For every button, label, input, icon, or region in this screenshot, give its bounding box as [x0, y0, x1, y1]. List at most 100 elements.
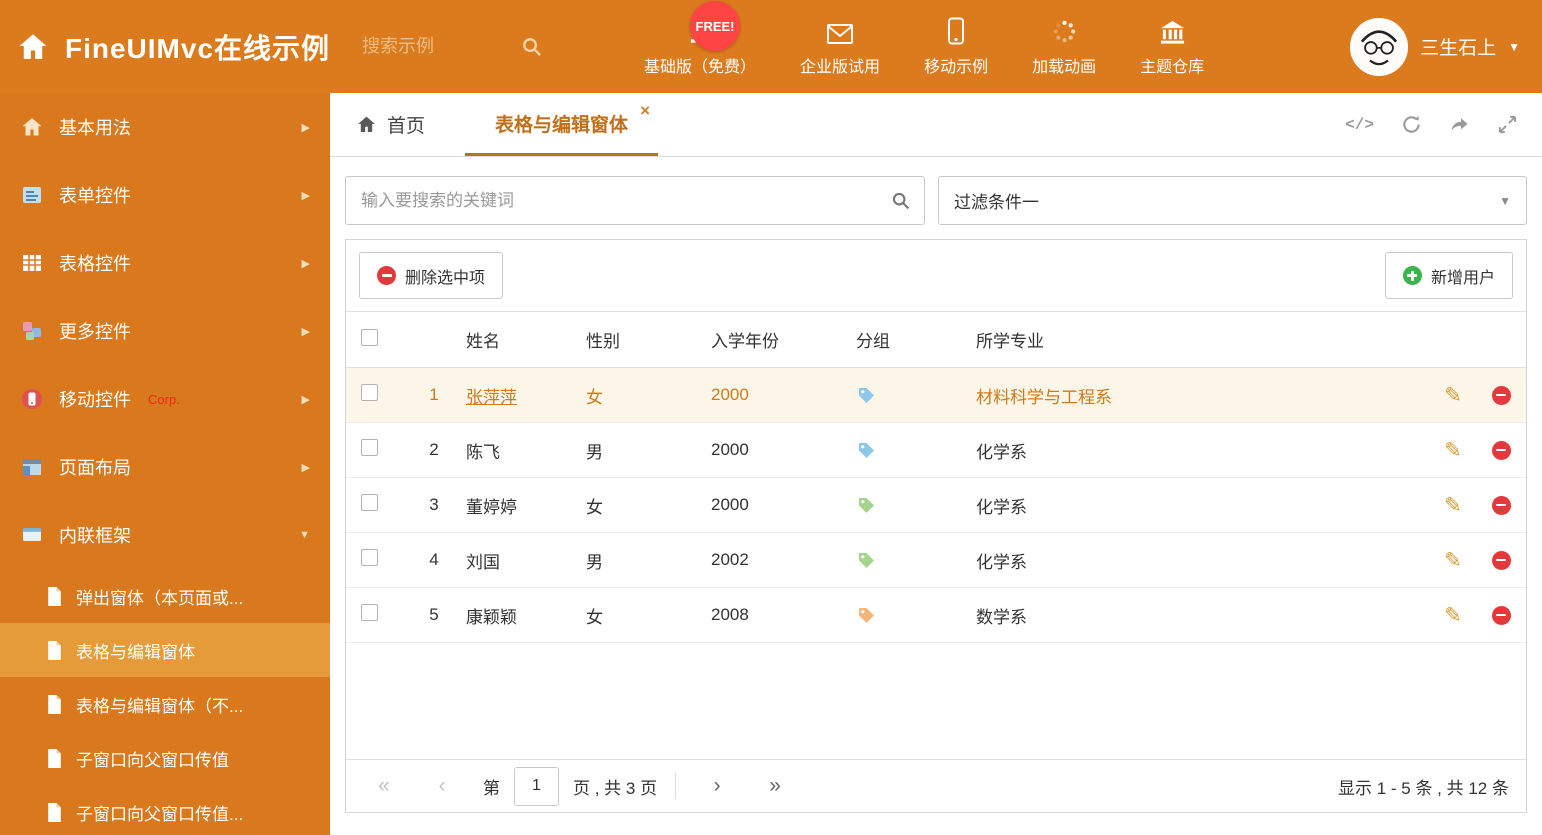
student-name-link[interactable]: 董婷婷	[466, 493, 586, 518]
expand-icon[interactable]	[1497, 114, 1518, 135]
sidebar-subitem-grid-edit-window[interactable]: 表格与编辑窗体	[0, 623, 330, 677]
edit-icon[interactable]: ✎	[1444, 605, 1462, 626]
tab-label: 首页	[387, 116, 426, 137]
nav-enterprise-trial[interactable]: 企业版试用	[800, 17, 880, 77]
column-header-year[interactable]: 入学年份	[711, 327, 856, 352]
edit-icon[interactable]: ✎	[1444, 440, 1462, 461]
sidebar-item-page-layout[interactable]: 页面布局 ▶	[0, 433, 330, 501]
next-page-button[interactable]: ›	[696, 774, 738, 798]
filter-dropdown[interactable]: 过滤条件一 ▼	[938, 176, 1527, 225]
column-header-name[interactable]: 姓名	[466, 327, 586, 352]
sidebar-subitem-popup-window[interactable]: 弹出窗体（本页面或...	[0, 569, 330, 623]
major-link[interactable]: 数学系	[976, 603, 1430, 628]
keyword-search[interactable]	[345, 176, 925, 225]
mobile-icon	[947, 17, 965, 45]
refresh-icon[interactable]	[1401, 114, 1422, 135]
mobile-icon	[20, 387, 44, 411]
user-menu[interactable]: 三生石上 ▼	[1350, 17, 1542, 76]
chevron-right-icon: ▶	[301, 461, 310, 474]
delete-icon[interactable]	[1491, 605, 1511, 625]
student-name-link[interactable]: 康颖颖	[466, 603, 586, 628]
share-icon[interactable]	[1449, 114, 1470, 135]
username: 三生石上	[1420, 38, 1497, 59]
sidebar-item-iframe[interactable]: 内联框架 ▼	[0, 501, 330, 569]
filter-row: 过滤条件一 ▼	[330, 157, 1542, 225]
search-icon[interactable]	[890, 190, 911, 211]
sidebar-subitem-child-to-parent-2[interactable]: 子窗口向父窗口传值...	[0, 785, 330, 835]
row-checkbox[interactable]	[361, 439, 378, 456]
delete-icon[interactable]	[1491, 550, 1511, 570]
row-checkbox[interactable]	[361, 494, 378, 511]
page-number-input[interactable]: 1	[514, 766, 559, 806]
nav-label: 加载动画	[1032, 58, 1097, 76]
select-all-checkbox[interactable]	[361, 328, 378, 346]
major-link[interactable]: 化学系	[976, 548, 1430, 573]
edit-icon[interactable]: ✎	[1444, 385, 1462, 406]
row-checkbox[interactable]	[361, 604, 378, 621]
tab-grid-edit-window[interactable]: 表格与编辑窗体 ×	[465, 93, 659, 156]
table-icon	[20, 251, 44, 275]
edit-icon[interactable]: ✎	[1444, 495, 1462, 516]
last-page-button[interactable]: »	[754, 774, 796, 798]
tab-home[interactable]: 首页	[330, 93, 451, 156]
top-search-input[interactable]	[360, 35, 521, 58]
avatar[interactable]	[1350, 17, 1409, 76]
close-icon[interactable]: ×	[640, 102, 650, 119]
delete-icon[interactable]	[1491, 385, 1511, 405]
nav-label: 企业版试用	[800, 58, 881, 76]
nav-mobile-demo[interactable]: 移动示例	[924, 17, 988, 77]
sidebar-item-more-controls[interactable]: 更多控件 ▶	[0, 297, 330, 365]
nav-loading-animation[interactable]: 加载动画	[1032, 17, 1096, 77]
major-link[interactable]: 材料科学与工程系	[976, 383, 1430, 408]
brand[interactable]: FineUIMvc在线示例	[0, 27, 330, 67]
column-header-group[interactable]: 分组	[856, 327, 976, 352]
sidebar-subitem-grid-edit-window-2[interactable]: 表格与编辑窗体（不...	[0, 677, 330, 731]
sidebar-subitem-label: 子窗口向父窗口传值...	[76, 804, 244, 824]
frame-icon	[20, 523, 44, 547]
file-icon	[46, 640, 63, 661]
sidebar-item-form-controls[interactable]: 表单控件 ▶	[0, 161, 330, 229]
column-header-gender[interactable]: 性别	[586, 327, 711, 352]
nav-label: 基础版（免费）	[644, 58, 757, 76]
year-cell: 2008	[711, 605, 749, 624]
first-page-button[interactable]: «	[363, 774, 405, 798]
source-code-icon[interactable]: </>	[1345, 116, 1374, 134]
sidebar-subitem-child-to-parent[interactable]: 子窗口向父窗口传值	[0, 731, 330, 785]
student-name-link[interactable]: 刘国	[466, 548, 586, 573]
pager-divider	[675, 773, 677, 799]
table-row[interactable]: 3 董婷婷 女 2000 化学系 ✎	[346, 478, 1526, 533]
major-link[interactable]: 化学系	[976, 493, 1430, 518]
nav-theme-repo[interactable]: 主题仓库	[1140, 17, 1204, 77]
edit-icon[interactable]: ✎	[1444, 550, 1462, 571]
page-suffix-label: 页 , 共 3 页	[573, 778, 658, 798]
sidebar-subitem-label: 表格与编辑窗体（不...	[76, 696, 244, 716]
table-row[interactable]: 5 康颖颖 女 2008 数学系 ✎	[346, 588, 1526, 643]
delete-icon[interactable]	[1491, 495, 1511, 515]
row-checkbox[interactable]	[361, 549, 378, 566]
sidebar-item-basic-usage[interactable]: 基本用法 ▶	[0, 93, 330, 161]
student-name-link[interactable]: 张萍萍	[466, 383, 586, 408]
corp-badge: Corp.	[148, 391, 180, 407]
add-user-button[interactable]: 新增用户	[1384, 252, 1513, 299]
sidebar-item-label: 表格控件	[59, 254, 131, 274]
top-search[interactable]	[360, 35, 568, 58]
chevron-right-icon: ▶	[301, 325, 310, 338]
delete-icon[interactable]	[1491, 440, 1511, 460]
chevron-down-icon: ▼	[299, 529, 310, 541]
row-checkbox[interactable]	[361, 384, 378, 401]
search-icon[interactable]	[520, 35, 543, 58]
sidebar-item-grid-controls[interactable]: 表格控件 ▶	[0, 229, 330, 297]
major-link[interactable]: 化学系	[976, 438, 1430, 463]
gender-cell: 男	[586, 552, 603, 572]
table-row[interactable]: 4 刘国 男 2002 化学系 ✎	[346, 533, 1526, 588]
student-name-link[interactable]: 陈飞	[466, 438, 586, 463]
table-row[interactable]: 1 张萍萍 女 2000 材料科学与工程系 ✎	[346, 368, 1526, 423]
column-header-major[interactable]: 所学专业	[976, 327, 1430, 352]
keyword-search-input[interactable]	[359, 189, 890, 212]
delete-selected-button[interactable]: 删除选中项	[359, 252, 504, 299]
table-row[interactable]: 2 陈飞 男 2000 化学系 ✎	[346, 423, 1526, 478]
add-user-label: 新增用户	[1430, 269, 1495, 287]
sidebar-item-mobile-controls[interactable]: 移动控件 Corp. ▶	[0, 365, 330, 433]
prev-page-button[interactable]: ‹	[421, 774, 463, 798]
envelope-icon	[826, 17, 854, 45]
